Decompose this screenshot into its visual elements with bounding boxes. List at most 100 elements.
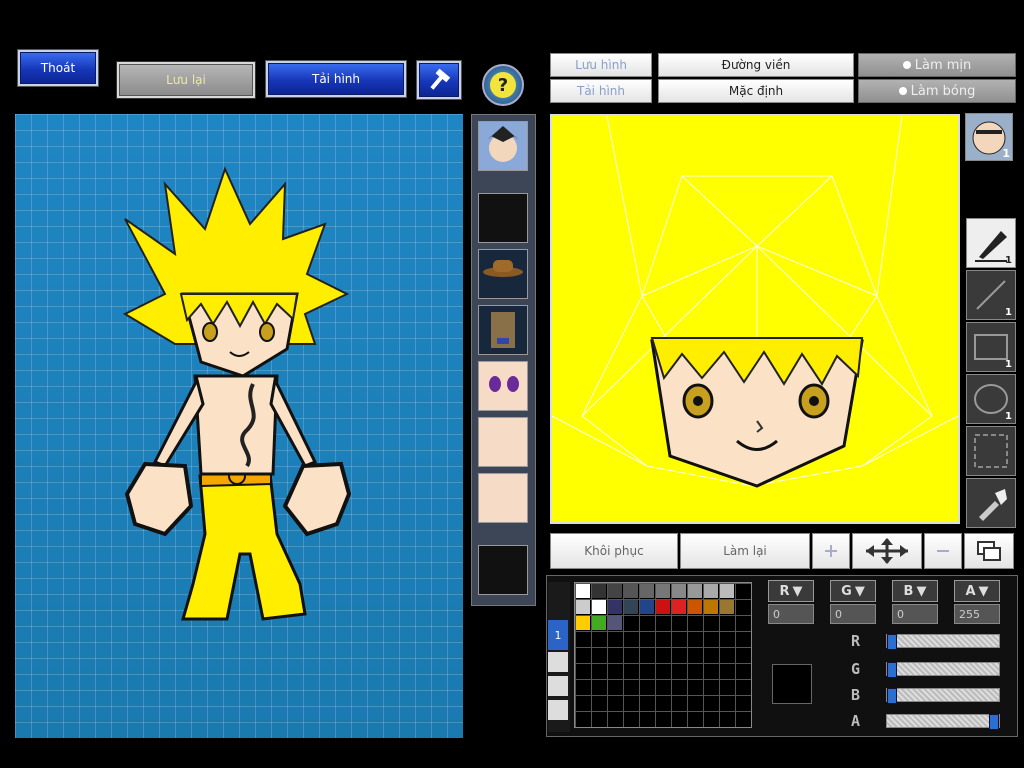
palette-swatch[interactable] [704, 584, 718, 598]
slider-a[interactable] [886, 714, 1000, 730]
palette-page-label: 1 [554, 628, 562, 642]
channel-a-header[interactable]: A ▼ [954, 580, 1000, 602]
palette-swatch[interactable] [608, 584, 622, 598]
editor-save-label: Lưu hình [575, 58, 627, 72]
slider-r-label: R [851, 632, 861, 650]
part-empty-slot-1[interactable] [478, 193, 528, 243]
zoom-out-button[interactable] [924, 533, 962, 569]
chevron-down-icon: ▼ [978, 583, 989, 599]
slider-r[interactable] [886, 634, 1000, 650]
palette-grid[interactable] [574, 582, 752, 728]
editor-load-button[interactable]: Tải hình [550, 79, 652, 103]
channel-b-value[interactable]: 0 [892, 604, 938, 624]
slider-b[interactable] [886, 688, 1000, 704]
palette-page-tab-3[interactable] [548, 676, 568, 696]
head-thumbnail-icon [487, 126, 519, 162]
tool-ellipse[interactable]: 1 [966, 374, 1016, 424]
slider-a-label: A [851, 712, 861, 730]
tool-rectangle[interactable]: 1 [966, 322, 1016, 372]
part-empty-slot-2[interactable] [478, 545, 528, 595]
palette-swatch[interactable] [608, 600, 622, 614]
current-color-swatch [772, 664, 812, 704]
palette-page-tab-4[interactable] [548, 700, 568, 720]
part-eyes-slot[interactable] [478, 361, 528, 411]
tool-pen[interactable]: 1 [966, 218, 1016, 268]
help-button[interactable]: ? [482, 64, 524, 106]
palette-swatch[interactable] [640, 584, 654, 598]
default-button[interactable]: Mặc định [658, 79, 854, 103]
palette-swatch[interactable] [624, 600, 638, 614]
slider-b-label: B [851, 686, 861, 704]
channel-a-value[interactable]: 255 [954, 604, 1000, 624]
character-canvas[interactable] [15, 114, 463, 738]
palette-swatch[interactable] [704, 600, 718, 614]
palette-swatch[interactable] [688, 584, 702, 598]
channel-r-header[interactable]: R ▼ [768, 580, 814, 602]
palette-swatch[interactable] [624, 584, 638, 598]
palette-swatch[interactable] [592, 600, 606, 614]
face-editor-canvas[interactable] [550, 114, 960, 524]
palette-swatch[interactable] [576, 616, 590, 630]
palette-swatch[interactable] [656, 600, 670, 614]
editor-save-button[interactable]: Lưu hình [550, 53, 652, 77]
layer-avatar[interactable]: 1 [965, 113, 1013, 161]
slider-g-thumb[interactable] [887, 662, 897, 678]
palette-swatch[interactable] [592, 616, 606, 630]
palette-swatch[interactable] [720, 600, 734, 614]
part-face-slot-1[interactable] [478, 417, 528, 467]
reload-label: Tải hình [312, 72, 360, 86]
palette-swatch[interactable] [592, 584, 606, 598]
palette-swatch[interactable] [656, 584, 670, 598]
save-button[interactable]: Lưu lại [117, 62, 255, 98]
channel-g-value[interactable]: 0 [830, 604, 876, 624]
palette-page-tab-1[interactable]: 1 [548, 620, 568, 650]
part-face-slot-2[interactable] [478, 473, 528, 523]
channel-a-label: A [965, 583, 976, 599]
hammer-button[interactable] [417, 61, 461, 99]
exit-button[interactable]: Thoát [18, 50, 98, 86]
channel-r-value[interactable]: 0 [768, 604, 814, 624]
tool-rectangle-count: 1 [1005, 359, 1012, 370]
slider-a-thumb[interactable] [989, 714, 999, 730]
hat-thumbnail-icon [483, 260, 523, 277]
part-hat-slot[interactable] [478, 249, 528, 299]
zoom-in-button[interactable] [812, 533, 850, 569]
redo-button[interactable]: Làm lại [680, 533, 810, 569]
parts-panel [471, 114, 536, 606]
palette-swatch[interactable] [672, 600, 686, 614]
palette-swatch[interactable] [720, 584, 734, 598]
channel-g-header[interactable]: G ▼ [830, 580, 876, 602]
eyedropper-icon [979, 489, 1007, 521]
shade-button[interactable]: Làm bóng [858, 79, 1016, 103]
slider-b-thumb[interactable] [887, 688, 897, 704]
reload-button[interactable]: Tải hình [266, 61, 406, 97]
move-button[interactable] [852, 533, 922, 569]
shade-radio-icon [898, 87, 907, 95]
tool-pen-count: 1 [1005, 255, 1012, 266]
palette-page-tab-2[interactable] [548, 652, 568, 672]
tool-line[interactable]: 1 [966, 270, 1016, 320]
smooth-button[interactable]: Làm mịn [858, 53, 1016, 77]
face-mesh [551, 115, 959, 488]
redo-label: Làm lại [723, 544, 767, 558]
slider-g-label: G [851, 660, 861, 678]
part-head-slot[interactable] [478, 121, 528, 171]
palette-swatch[interactable] [672, 584, 686, 598]
palette-swatch[interactable] [608, 616, 622, 630]
part-body-slot[interactable] [478, 305, 528, 355]
layer-order-button[interactable] [964, 533, 1014, 569]
chevron-down-icon: ▼ [854, 583, 865, 599]
slider-g[interactable] [886, 662, 1000, 678]
palette-swatch[interactable] [576, 584, 590, 598]
palette-swatch[interactable] [640, 600, 654, 614]
tool-eyedropper[interactable] [966, 478, 1016, 528]
channel-b-header[interactable]: B ▼ [892, 580, 938, 602]
restore-button[interactable]: Khôi phục [550, 533, 678, 569]
save-label: Lưu lại [166, 73, 206, 87]
palette-swatch[interactable] [688, 600, 702, 614]
slider-r-thumb[interactable] [887, 634, 897, 650]
palette-swatch[interactable] [576, 600, 590, 614]
outline-button[interactable]: Đường viền [658, 53, 854, 77]
default-label: Mặc định [728, 84, 784, 98]
tool-select[interactable] [966, 426, 1016, 476]
